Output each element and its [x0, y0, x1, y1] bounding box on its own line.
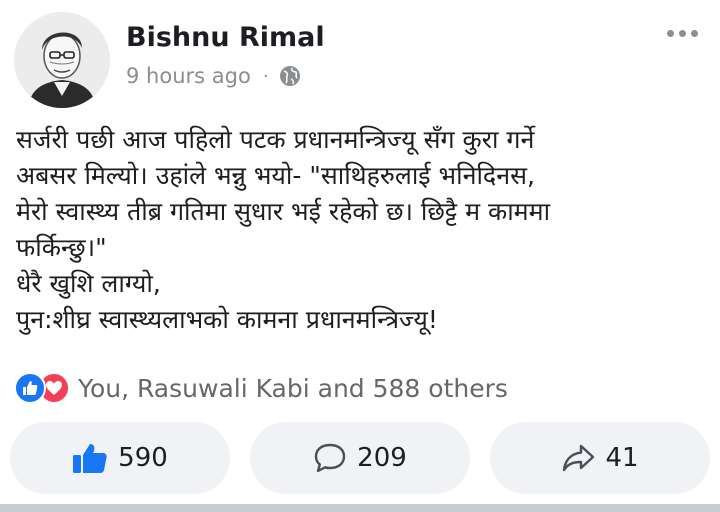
- reaction-summary-row[interactable]: You, Rasuwali Kabi and 588 others: [14, 372, 508, 404]
- post-line: पुन:शीघ्र स्वास्थ्यलाभको कामना प्रधानमन्…: [16, 305, 438, 334]
- avatar[interactable]: [14, 12, 110, 108]
- post-text: सर्जरी पछी आज पहिलो पटक प्रधानमन्त्रिज्य…: [16, 122, 706, 338]
- like-count: 590: [118, 443, 168, 473]
- like-button[interactable]: 590: [10, 422, 230, 494]
- avatar-sketch-image: [14, 12, 110, 108]
- post-line: अबसर मिल्यो। उहांले भन्नु भयो- "साथिहरुल…: [16, 161, 535, 190]
- post-line: मेरो स्वास्थ्य तीब्र गतिमा सुधार भई रहेक…: [16, 197, 551, 226]
- thumbs-up-icon: [73, 444, 107, 473]
- post-line: फर्किन्छु।": [16, 233, 107, 262]
- action-bar: 590 209 41: [10, 422, 710, 494]
- comment-button[interactable]: 209: [250, 422, 470, 494]
- post-line: सर्जरी पछी आज पहिलो पटक प्रधानमन्त्रिज्य…: [16, 125, 535, 154]
- globe-icon[interactable]: [279, 65, 301, 87]
- more-options-icon[interactable]: [667, 30, 698, 37]
- author-name[interactable]: Bishnu Rimal: [126, 22, 325, 53]
- share-button[interactable]: 41: [490, 422, 710, 494]
- comment-count: 209: [357, 443, 407, 473]
- meta-separator: ·: [262, 65, 269, 87]
- share-count: 41: [605, 443, 639, 473]
- post-line: धेरै खुशि लाग्यो,: [16, 269, 161, 298]
- share-arrow-icon: [563, 444, 595, 472]
- bottom-divider: [0, 504, 720, 512]
- comment-bubble-icon: [314, 443, 346, 473]
- post-timestamp[interactable]: 9 hours ago: [126, 64, 251, 88]
- facebook-post: Bishnu Rimal 9 hours ago · सर्जरी पछी आज…: [0, 0, 720, 512]
- reaction-summary-text[interactable]: You, Rasuwali Kabi and 588 others: [78, 374, 508, 403]
- like-reaction-icon: [14, 372, 46, 404]
- post-meta: 9 hours ago ·: [126, 64, 301, 88]
